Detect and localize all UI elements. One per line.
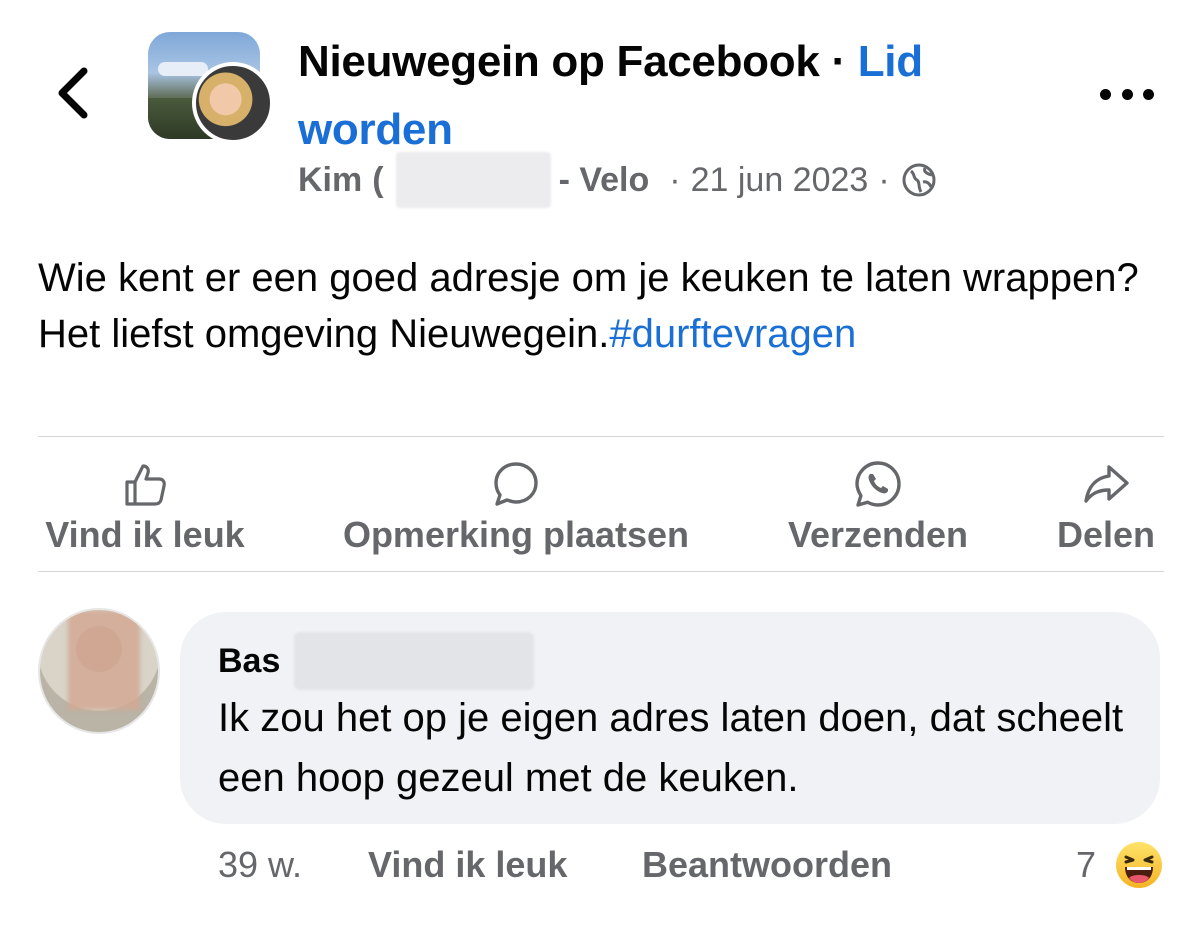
author-name-partial: ( (372, 160, 384, 199)
comment-like-button[interactable]: Vind ik leuk (368, 840, 567, 890)
more-options-button[interactable] (1100, 84, 1154, 104)
back-button[interactable] (48, 62, 98, 124)
comment-label: Opmerking plaatsen (342, 514, 690, 555)
post-body: Wie kent er een goed adresje om je keuke… (38, 250, 1158, 362)
post-detail-screen: Nieuwegein op Facebook · Lid worden Kim … (0, 0, 1200, 943)
post-date[interactable]: 21 jun 2023 (691, 161, 869, 200)
comment-reply-button[interactable]: Beantwoorden (642, 840, 892, 890)
whatsapp-icon (772, 456, 984, 512)
title-separator: · (831, 37, 846, 86)
globe-icon (900, 161, 938, 199)
like-button[interactable]: Vind ik leuk (30, 456, 260, 562)
chevron-left-icon (58, 67, 88, 119)
meta-separator: · (878, 160, 890, 199)
comment-icon (316, 456, 716, 512)
comment-button[interactable]: Opmerking plaatsen (316, 456, 716, 562)
comment-text: Ik zou het op je eigen adres laten doen,… (218, 696, 1124, 800)
divider (38, 436, 1164, 437)
author-avatar[interactable] (192, 62, 274, 144)
group-avatar-cloud (158, 62, 208, 76)
reaction-count[interactable]: 7 (1076, 840, 1096, 890)
meta-separator: · (669, 160, 681, 199)
share-icon (1044, 456, 1168, 512)
share-button[interactable]: Delen (1044, 456, 1168, 562)
post-text: Wie kent er een goed adresje om je keuke… (38, 256, 1139, 356)
haha-emoji-icon[interactable] (1114, 840, 1164, 890)
author-suffix: - Velo (558, 160, 650, 199)
send-label: Verzenden (787, 514, 969, 555)
redacted-name (395, 152, 551, 208)
comment-author-name[interactable]: Bas (218, 642, 280, 681)
comment-age: 39 w. (218, 844, 303, 885)
hashtag-link[interactable]: #durftevragen (609, 312, 856, 356)
comment-author: Bas (218, 632, 535, 690)
share-label: Delen (1056, 514, 1156, 555)
thumbs-up-icon (30, 456, 260, 512)
commenter-avatar[interactable] (38, 608, 160, 734)
like-label: Vind ik leuk (45, 514, 245, 555)
redacted-name (294, 632, 535, 690)
avatar-blur (68, 610, 140, 710)
author-name[interactable]: Kim (298, 161, 362, 200)
send-button[interactable]: Verzenden (772, 456, 984, 562)
more-horizontal-icon-dot (1143, 88, 1154, 100)
group-name-link[interactable]: Nieuwegein op Facebook (298, 37, 820, 86)
group-title: Nieuwegein op Facebook · Lid worden (298, 28, 1018, 164)
divider (38, 571, 1164, 572)
more-horizontal-icon-dot (1121, 88, 1133, 100)
post-meta: Kim ( - Velo · 21 jun 2023 · (298, 152, 938, 208)
more-horizontal-icon-dot (1100, 88, 1111, 100)
